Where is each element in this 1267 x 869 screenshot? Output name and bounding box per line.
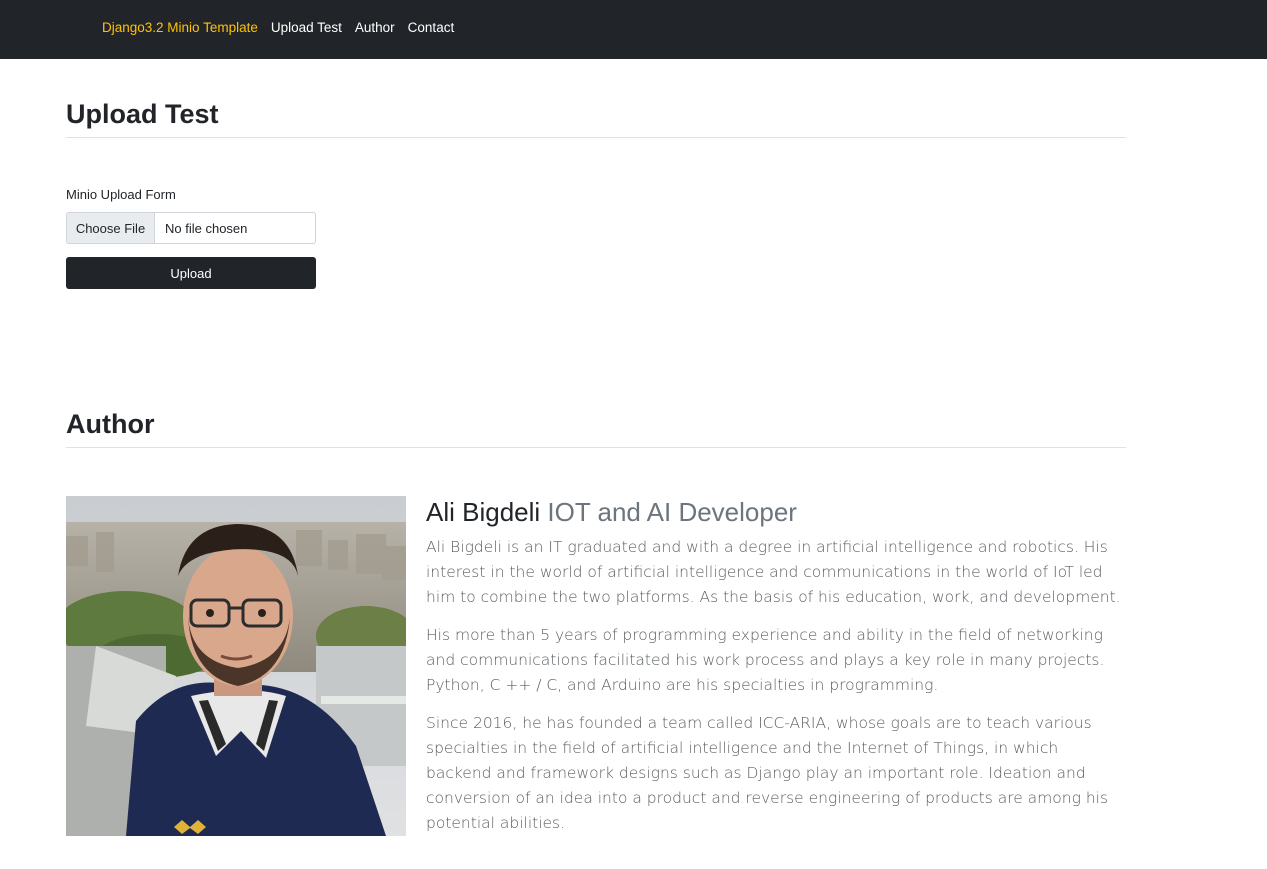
- navbar: Django3.2 Minio Template Upload Test Aut…: [0, 0, 1267, 59]
- author-heading: Ali Bigdeli IOT and AI Developer: [426, 497, 797, 528]
- upload-section-title: Upload Test: [66, 99, 1126, 138]
- author-bio-paragraph: His more than 5 years of programming exp…: [426, 626, 1105, 694]
- nav-link-author[interactable]: Author: [355, 20, 395, 35]
- brand-link[interactable]: Django3.2 Minio Template: [102, 20, 258, 35]
- author-name: Ali Bigdeli: [426, 497, 541, 527]
- file-status-text: No file chosen: [165, 220, 248, 236]
- author-bio-paragraph: Since 2016, he has founded a team called…: [426, 714, 1109, 832]
- author-photo: [66, 496, 406, 836]
- upload-button[interactable]: Upload: [66, 257, 316, 289]
- nav-link-contact[interactable]: Contact: [408, 20, 455, 35]
- upload-form-label: Minio Upload Form: [66, 187, 176, 202]
- author-bio-paragraph: Ali Bigdeli is an IT graduated and with …: [426, 538, 1121, 606]
- navbar-links: Django3.2 Minio Template Upload Test Aut…: [102, 20, 467, 35]
- author-role: IOT and AI Developer: [547, 497, 797, 527]
- file-input[interactable]: Choose File No file chosen: [66, 212, 316, 244]
- nav-link-upload-test[interactable]: Upload Test: [271, 20, 342, 35]
- author-section-title: Author: [66, 409, 1126, 448]
- choose-file-button[interactable]: Choose File: [67, 213, 155, 243]
